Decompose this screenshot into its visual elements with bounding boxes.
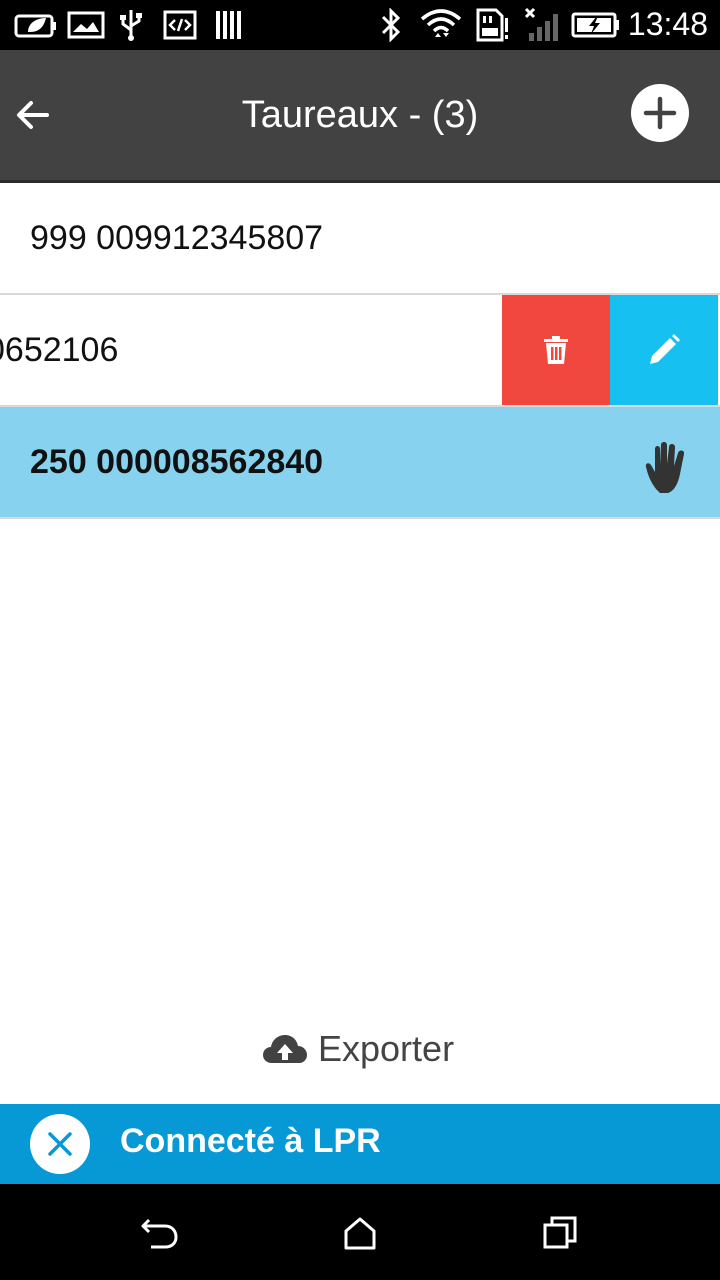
taureaux-list: 999 009912345807 0652106 250 00000856284… [0,183,720,519]
page-title: Taureaux - (3) [241,94,479,136]
code-icon [162,8,198,42]
barcode-icon [212,8,246,42]
close-banner-button[interactable] [30,1114,90,1174]
recents-icon [543,1216,577,1249]
list-item-label: 999 009912345807 [30,219,324,257]
edit-button[interactable] [610,295,718,405]
pencil-icon [650,334,680,364]
trash-icon [544,336,568,364]
plus-circle-icon [643,96,677,130]
cloud-upload-icon [263,1035,307,1063]
connection-banner: Connecté à LPR [0,1104,720,1184]
list-item-label: 250 000008562840 [30,443,324,481]
battery-charging-icon [570,8,622,42]
usb-icon [114,8,148,42]
status-bar: 13:48 [0,0,720,50]
hand-icon[interactable] [640,439,698,497]
close-icon [48,1132,72,1156]
list-item[interactable]: 0652106 [0,295,720,407]
nav-recents-button[interactable] [535,1208,585,1258]
wifi-icon [418,8,464,42]
export-button[interactable]: Exporter [262,1026,454,1072]
image-icon [66,8,106,42]
connection-status-text: Connecté à LPR [120,1122,381,1160]
export-label: Exporter [318,1028,455,1069]
nav-back-button[interactable] [134,1208,184,1258]
sd-card-alert-icon [474,8,510,42]
bluetooth-icon [376,8,406,42]
app-bar: Taureaux - (3) [0,50,720,180]
leaf-battery-icon [14,8,58,42]
delete-button[interactable] [502,295,610,405]
add-button[interactable] [631,84,689,142]
status-time: 13:48 [627,6,708,42]
system-nav-bar [0,1184,720,1280]
list-item[interactable]: 250 000008562840 [0,407,720,519]
signal-off-icon [522,7,562,42]
home-icon [344,1217,376,1250]
list-item[interactable]: 999 009912345807 [0,183,720,295]
back-icon [141,1218,178,1249]
nav-home-button[interactable] [335,1208,385,1258]
list-item-label: 0652106 [0,331,119,369]
